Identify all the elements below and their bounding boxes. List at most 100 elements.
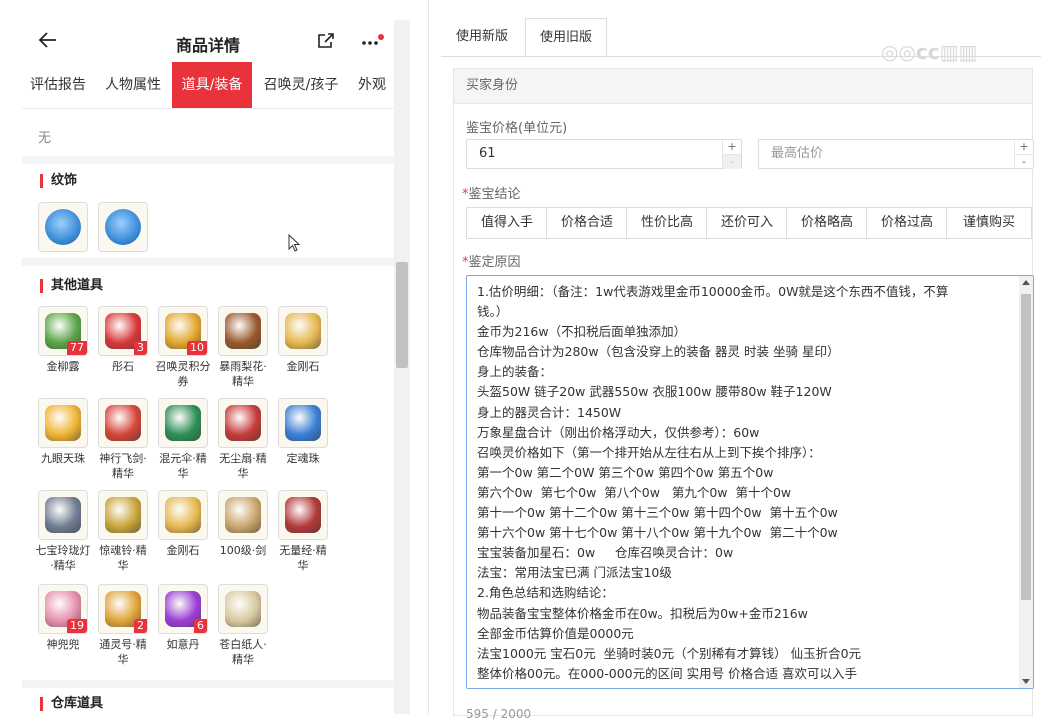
conclusion-option[interactable]: 值得入手 xyxy=(466,207,548,239)
item-icon-box: 2 xyxy=(98,584,148,634)
item-icon-box: 19 xyxy=(38,584,88,634)
reason-line: 钱。） xyxy=(477,304,509,320)
item-name: 无量经·精华 xyxy=(279,544,327,572)
conclusion-option[interactable]: 性价比高 xyxy=(626,207,708,239)
section-title-other-items: 其他道具 xyxy=(40,279,103,293)
max-price-input[interactable]: 最高估价 + - xyxy=(758,139,1034,169)
item-icon-box xyxy=(158,490,208,540)
item-slot[interactable]: 混元伞·精华 xyxy=(154,398,212,481)
item-icon-box xyxy=(98,398,148,448)
item-slot[interactable]: 2 通灵号·精华 xyxy=(94,584,152,667)
item-icon-box: 3 xyxy=(98,306,148,356)
reason-line: 第十一个0w 第十二个0w 第十三个0w 第十四个0w 第十五个0w xyxy=(477,505,838,521)
increment-button[interactable]: + xyxy=(1015,140,1033,154)
tab-old-version[interactable]: 使用旧版 xyxy=(525,18,607,58)
reason-label: *鉴定原因 xyxy=(462,255,521,270)
item-slot[interactable]: 金刚石 xyxy=(274,306,332,374)
item-icon xyxy=(105,405,141,441)
item-slot[interactable]: 惊魂铃·精华 xyxy=(94,490,152,573)
textarea-scrollbar-thumb[interactable] xyxy=(1021,294,1031,600)
item-icon xyxy=(165,405,201,441)
item-slot[interactable]: 暴雨梨花·精华 xyxy=(214,306,272,389)
item-icon xyxy=(225,591,261,627)
item-icon-box: 77 xyxy=(38,306,88,356)
conclusion-option[interactable]: 还价可入 xyxy=(706,207,788,239)
item-slot[interactable]: 神行飞剑·精华 xyxy=(94,398,152,481)
item-slot[interactable]: 100级·剑 xyxy=(214,490,272,558)
item-count-badge: 77 xyxy=(67,341,87,355)
item-name: 苍白纸人·精华 xyxy=(219,638,267,666)
conclusion-option[interactable]: 价格过高 xyxy=(866,207,948,239)
item-name: 召唤灵积分券 xyxy=(155,360,211,388)
reason-line: 仓库物品合计为280w（包含没穿上的装备 器灵 时装 坐骑 星印） xyxy=(477,344,840,360)
tab-new-version[interactable]: 使用新版 xyxy=(441,18,523,56)
reason-text: 1.估价明细：（备注：1w代表游戏里金币10000金币。0W就是这个东西不值钱，… xyxy=(477,282,1007,684)
tab-report[interactable]: 评估报告 xyxy=(26,62,90,108)
item-slot[interactable]: 七宝玲珑灯·精华 xyxy=(34,490,92,573)
reason-line: 身上的装备： xyxy=(477,364,553,380)
mobile-header: 商品详情 xyxy=(22,0,394,62)
item-icon xyxy=(45,405,81,441)
item-icon-box xyxy=(98,202,148,252)
tab-character[interactable]: 人物属性 xyxy=(98,62,168,108)
scroll-up-icon[interactable] xyxy=(1022,280,1030,285)
item-slot[interactable]: 金刚石 xyxy=(154,490,212,558)
item-slot[interactable]: 九眼天珠 xyxy=(34,398,92,466)
wenshi-item[interactable] xyxy=(94,202,152,252)
wenshi-icon xyxy=(105,209,141,245)
item-slot[interactable]: 10 召唤灵积分券 xyxy=(154,306,212,389)
item-name: 混元伞·精华 xyxy=(159,452,207,480)
tab-summon[interactable]: 召唤灵/孩子 xyxy=(258,62,344,108)
reason-textarea[interactable]: 1.估价明细：（备注：1w代表游戏里金币10000金币。0W就是这个东西不值钱，… xyxy=(466,275,1034,689)
divider xyxy=(22,258,394,266)
decrement-button[interactable]: - xyxy=(723,154,741,169)
item-slot[interactable]: 苍白纸人·精华 xyxy=(214,584,272,667)
reason-line: 第一个0w 第二个0W 第三个0w 第四个0w 第五个0w xyxy=(477,464,774,480)
tab-items-equipment[interactable]: 道具/装备 xyxy=(172,62,252,108)
char-counter: 595 / 2000 xyxy=(466,707,532,721)
more-dots-icon[interactable] xyxy=(360,34,384,48)
reason-line: 第六个0w 第七个0w 第八个0w 第九个0w 第十个0w xyxy=(477,484,792,500)
wenshi-item[interactable] xyxy=(34,202,92,252)
decrement-button[interactable]: - xyxy=(1015,154,1033,169)
mouse-cursor-icon xyxy=(288,234,300,252)
item-icon-box xyxy=(278,398,328,448)
item-icon xyxy=(225,405,261,441)
conclusion-option[interactable]: 价格合适 xyxy=(546,207,628,239)
reason-line: 金币为216w（不扣税后面单独添加） xyxy=(477,324,687,340)
conclusion-option[interactable]: 谨慎购买 xyxy=(946,207,1032,239)
item-name: 100级·剑 xyxy=(219,544,267,557)
price-value: 61 xyxy=(479,146,496,161)
reason-line: 物品装备宝宝整体价格金币在0w。扣税后为0w+金币216w xyxy=(477,605,808,621)
mobile-preview-panel: 商品详情 评估报告 人物属性 道具/装备 召唤灵/孩子 外观 无 纹饰 其他道具… xyxy=(0,0,410,714)
empty-text: 无 xyxy=(38,131,52,146)
conclusion-label-text: 鉴宝结论 xyxy=(468,187,521,202)
item-slot[interactable]: 6 如意丹 xyxy=(154,584,212,652)
item-name: 暴雨梨花·精华 xyxy=(219,360,267,388)
page-scrollbar-thumb[interactable] xyxy=(396,262,408,368)
item-icon-box xyxy=(98,490,148,540)
item-name: 金柳露 xyxy=(46,360,80,373)
item-slot[interactable]: 无尘扇·精华 xyxy=(214,398,272,481)
scroll-down-icon[interactable] xyxy=(1022,679,1030,684)
item-count-badge: 10 xyxy=(187,341,207,355)
share-icon[interactable] xyxy=(316,31,336,51)
conclusion-label: *鉴宝结论 xyxy=(462,187,521,202)
reason-line: 宝宝装备加星石：0w 仓库召唤灵合计：0w xyxy=(477,545,734,561)
item-slot[interactable]: 3 彤石 xyxy=(94,306,152,374)
reason-line: 身上的器灵合计：1450W xyxy=(477,404,622,420)
item-slot[interactable]: 无量经·精华 xyxy=(274,490,332,573)
conclusion-option[interactable]: 价格略高 xyxy=(786,207,868,239)
textarea-scrollbar[interactable] xyxy=(1019,276,1033,688)
reason-line: 召唤灵价格如下（第一个排开始从左往右从上到下挨个排序）： xyxy=(477,444,821,460)
item-slot[interactable]: 19 神兜兜 xyxy=(34,584,92,652)
page-title: 商品详情 xyxy=(175,36,240,55)
item-slot[interactable]: 77 金柳露 xyxy=(34,306,92,374)
item-name: 七宝玲珑灯·精华 xyxy=(35,544,91,572)
tab-appearance[interactable]: 外观 xyxy=(350,62,394,108)
item-name: 神行飞剑·精华 xyxy=(99,452,147,480)
price-input[interactable]: 61 + - xyxy=(466,139,742,169)
increment-button[interactable]: + xyxy=(723,140,741,154)
item-icon-box xyxy=(278,490,328,540)
item-slot[interactable]: 定魂珠 xyxy=(274,398,332,466)
